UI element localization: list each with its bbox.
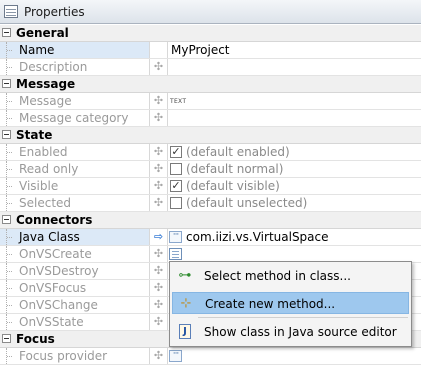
property-row-description[interactable]: Description ✣	[0, 59, 421, 76]
property-label: OnVSFocus	[19, 281, 87, 295]
add-icon[interactable]: ✣	[150, 246, 168, 262]
add-icon[interactable]: ✣	[150, 263, 168, 279]
property-value[interactable]: com.iizi.vs.VirtualSpace	[186, 230, 329, 244]
property-label: OnVSChange	[19, 298, 98, 312]
category-label: Message	[16, 77, 76, 91]
menu-item-label: Show class in Java source editor	[204, 325, 397, 339]
link-arrow-icon[interactable]: ⇨	[150, 229, 168, 245]
java-source-icon: J	[179, 324, 191, 339]
menu-separator	[198, 317, 408, 318]
menu-item-show-class[interactable]: J Show class in Java source editor	[172, 321, 409, 343]
add-icon[interactable]: ✣	[150, 161, 168, 177]
menu-item-select-method[interactable]: ⊶ Select method in class...	[172, 265, 409, 287]
category-label: Focus	[16, 332, 55, 346]
property-label: OnVSDestroy	[19, 264, 99, 278]
property-label: Enabled	[19, 145, 68, 159]
new-method-icon: ⊹	[180, 296, 192, 311]
property-label: Java Class	[19, 230, 80, 244]
menu-item-label: Create new method...	[205, 297, 336, 311]
property-row-visible[interactable]: Visible ✣ ✓ (default visible)	[0, 178, 421, 195]
property-value: (default normal)	[186, 162, 284, 176]
category-label: State	[16, 128, 53, 142]
category-state[interactable]: State	[0, 127, 421, 144]
property-label: OnVSCreate	[19, 247, 92, 261]
property-row-message-category[interactable]: Message category ✣	[0, 110, 421, 127]
collapse-toggle-icon[interactable]	[2, 28, 11, 37]
enabled-checkbox[interactable]: ✓	[170, 146, 182, 158]
collapse-toggle-icon[interactable]	[2, 334, 11, 343]
add-icon[interactable]: ✣	[150, 314, 168, 330]
add-icon[interactable]: ✣	[150, 144, 168, 160]
property-row-name[interactable]: Name MyProject	[0, 42, 421, 59]
property-label: Focus provider	[19, 349, 108, 363]
property-row-selected[interactable]: Selected ✣ (default unselected)	[0, 195, 421, 212]
property-row-enabled[interactable]: Enabled ✣ ✓ (default enabled)	[0, 144, 421, 161]
property-label: Message category	[19, 111, 129, 125]
add-icon[interactable]: ✣	[150, 93, 168, 109]
property-row-read-only[interactable]: Read only ✣ (default normal)	[0, 161, 421, 178]
description-value-field[interactable]	[168, 59, 421, 75]
property-label: Description	[19, 60, 88, 74]
name-value-field[interactable]: MyProject	[168, 42, 421, 58]
properties-table-icon	[4, 5, 18, 18]
message-value-field[interactable]: TEXT	[168, 93, 421, 109]
category-message[interactable]: Message	[0, 76, 421, 93]
text-type-indicator: TEXT	[170, 98, 187, 105]
category-general[interactable]: General	[0, 25, 421, 42]
add-icon[interactable]: ✣	[150, 178, 168, 194]
panel-title: Properties	[24, 5, 85, 19]
method-picker-icon[interactable]	[169, 248, 182, 260]
property-label: Message	[19, 94, 72, 108]
property-row-message[interactable]: Message ✣ TEXT	[0, 93, 421, 110]
menu-item-label: Select method in class...	[204, 269, 351, 283]
message-category-value-field[interactable]	[168, 110, 421, 126]
category-label: Connectors	[16, 213, 93, 227]
property-label: Name	[19, 43, 55, 57]
method-arrow-icon: ⊶	[178, 268, 192, 283]
property-value: (default enabled)	[186, 145, 290, 159]
collapse-toggle-icon[interactable]	[2, 215, 11, 224]
add-icon[interactable]: ✣	[150, 110, 168, 126]
browse-provider-button[interactable]: ···	[169, 350, 182, 362]
property-value: (default unselected)	[186, 196, 308, 210]
add-icon[interactable]: ✣	[150, 195, 168, 211]
property-label: Visible	[19, 179, 59, 193]
property-row-focus-provider[interactable]: Focus provider ✣ ···	[0, 348, 421, 365]
category-connectors[interactable]: Connectors	[0, 212, 421, 229]
property-label: OnVSState	[19, 315, 84, 329]
property-value[interactable]: MyProject	[171, 43, 230, 57]
add-icon[interactable]: ✣	[150, 297, 168, 313]
property-label: Selected	[19, 196, 72, 210]
visible-checkbox[interactable]: ✓	[170, 180, 182, 192]
property-row-java-class[interactable]: Java Class ⇨ ··· com.iizi.vs.VirtualSpac…	[0, 229, 421, 246]
properties-titlebar: Properties	[0, 0, 421, 24]
context-menu: ⊶ Select method in class... ⊹ Create new…	[169, 261, 412, 347]
add-icon[interactable]: ✣	[150, 280, 168, 296]
menu-item-create-method[interactable]: ⊹ Create new method...	[172, 292, 409, 314]
add-icon[interactable]: ✣	[150, 348, 168, 364]
browse-class-button[interactable]: ···	[169, 231, 182, 243]
read-only-checkbox[interactable]	[170, 163, 182, 175]
property-label: Read only	[19, 162, 79, 176]
collapse-toggle-icon[interactable]	[2, 130, 11, 139]
property-value: (default visible)	[186, 179, 280, 193]
selected-checkbox[interactable]	[170, 197, 182, 209]
category-label: General	[16, 26, 69, 40]
collapse-toggle-icon[interactable]	[2, 79, 11, 88]
add-icon[interactable]: ✣	[150, 59, 168, 75]
